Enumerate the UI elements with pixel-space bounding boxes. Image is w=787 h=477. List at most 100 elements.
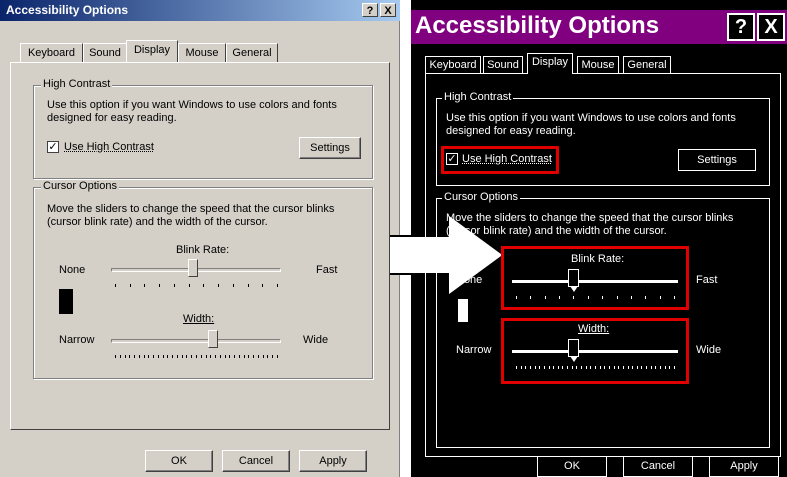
settings-button[interactable]: Settings [678,149,756,171]
slider-tick [172,355,174,358]
slider-tick [186,355,188,358]
highlight-use-high-contrast [441,146,559,174]
slider-tick [272,355,274,358]
cursor-options-description-line1: Move the sliders to change the speed tha… [446,212,734,224]
title-bar[interactable]: Accessibility Options ? X [411,10,787,44]
slider-tick [200,355,202,358]
high-contrast-group-label: High Contrast [442,91,514,103]
help-button[interactable]: ? [727,13,755,41]
high-contrast-description-line2: designed for easy reading. [47,112,177,124]
settings-button[interactable]: Settings [299,137,361,159]
slider-tick [134,355,136,358]
slider-tick [248,355,250,358]
slider-tick [277,284,278,287]
slider-tick [229,355,231,358]
high-contrast-description-line2: designed for easy reading. [446,125,576,137]
slider-tick [138,355,140,358]
blink-min-label: None [59,264,86,276]
slider-tick [124,355,126,358]
ok-button[interactable]: OK [145,450,213,472]
slider-tick [218,284,220,287]
cursor-preview [59,289,73,314]
slider-tick [159,284,161,287]
use-high-contrast-checkbox[interactable]: ✓ [47,141,59,153]
apply-button[interactable]: Apply [709,456,779,477]
blink-max-label: Fast [696,274,718,286]
tab-general[interactable]: General [623,56,671,74]
cursor-options-group-label: Cursor Options [442,191,520,203]
slider-tick [262,355,264,358]
use-high-contrast-label[interactable]: Use High Contrast [64,141,154,154]
slider-tick [188,284,190,287]
slider-tick [247,284,249,287]
cursor-preview [458,299,468,322]
slider-tick [277,355,278,358]
slider-tick [215,355,217,358]
width-slider-thumb[interactable] [208,330,218,348]
tab-display[interactable]: Display [126,40,178,62]
slider-tick [157,355,159,358]
slider-tick [115,355,116,358]
slider-tick [162,355,164,358]
tab-sound[interactable]: Sound [83,43,127,62]
close-button[interactable]: X [380,3,396,17]
width-min-label: Narrow [59,334,95,346]
slider-tick [181,355,183,358]
standard-window: Accessibility Options ? X Keyboard Sound… [0,0,400,477]
slider-tick [205,355,207,358]
title-bar[interactable]: Accessibility Options ? X [0,0,400,21]
highlight-width [501,318,689,384]
slider-tick [262,284,264,287]
slider-tick [167,355,169,358]
slider-tick [203,284,205,287]
tab-mouse[interactable]: Mouse [178,43,226,62]
tab-mouse[interactable]: Mouse [577,56,619,74]
high-contrast-description-line1: Use this option if you want Windows to u… [446,112,736,124]
slider-tick [143,355,145,358]
width-label: Width: [183,313,215,325]
slider-tick [119,355,121,358]
cursor-options-group-label: Cursor Options [41,180,119,192]
width-ticks [115,355,278,359]
slider-tick [191,355,193,358]
help-button[interactable]: ? [362,3,378,17]
blink-rate-slider-thumb[interactable] [187,259,198,277]
slider-tick [129,355,131,358]
slider-tick [210,355,212,358]
window-title: Accessibility Options [415,12,660,39]
tab-keyboard[interactable]: Keyboard [20,43,83,62]
window-title: Accessibility Options [6,3,129,17]
slider-tick [173,284,175,287]
high-contrast-window: Accessibility Options ? X Keyboard Sound… [410,0,787,477]
blink-min-label: None [456,274,483,286]
slider-tick [129,284,131,287]
blink-max-label: Fast [316,264,338,276]
cancel-button[interactable]: Cancel [222,450,290,472]
tab-keyboard[interactable]: Keyboard [425,56,481,74]
cursor-options-description-line2: (cursor blink rate) and the width of the… [446,225,667,237]
slider-tick [238,355,240,358]
display-tab-panel: High Contrast Use this option if you wan… [10,62,390,430]
width-max-label: Wide [303,334,329,346]
cursor-options-description-line1: Move the sliders to change the speed tha… [47,203,335,215]
apply-button[interactable]: Apply [299,450,367,472]
slider-tick [176,355,178,358]
close-button[interactable]: X [757,13,785,41]
ok-button[interactable]: OK [537,456,607,477]
slider-tick [144,284,146,287]
tab-general[interactable]: General [226,43,278,62]
slider-tick [257,355,259,358]
width-max-label: Wide [696,344,722,356]
slider-tick [153,355,155,358]
tab-display[interactable]: Display [527,53,573,74]
high-contrast-description-line1: Use this option if you want Windows to u… [47,99,337,111]
cancel-button[interactable]: Cancel [623,456,693,477]
slider-tick [232,284,234,287]
blink-rate-ticks [115,284,278,288]
slider-tick [234,355,236,358]
cursor-options-description-line2: (cursor blink rate) and the width of the… [47,216,268,228]
slider-tick [243,355,245,358]
slider-tick [148,355,150,358]
tab-sound[interactable]: Sound [483,56,523,74]
blink-rate-label: Blink Rate: [176,244,230,256]
